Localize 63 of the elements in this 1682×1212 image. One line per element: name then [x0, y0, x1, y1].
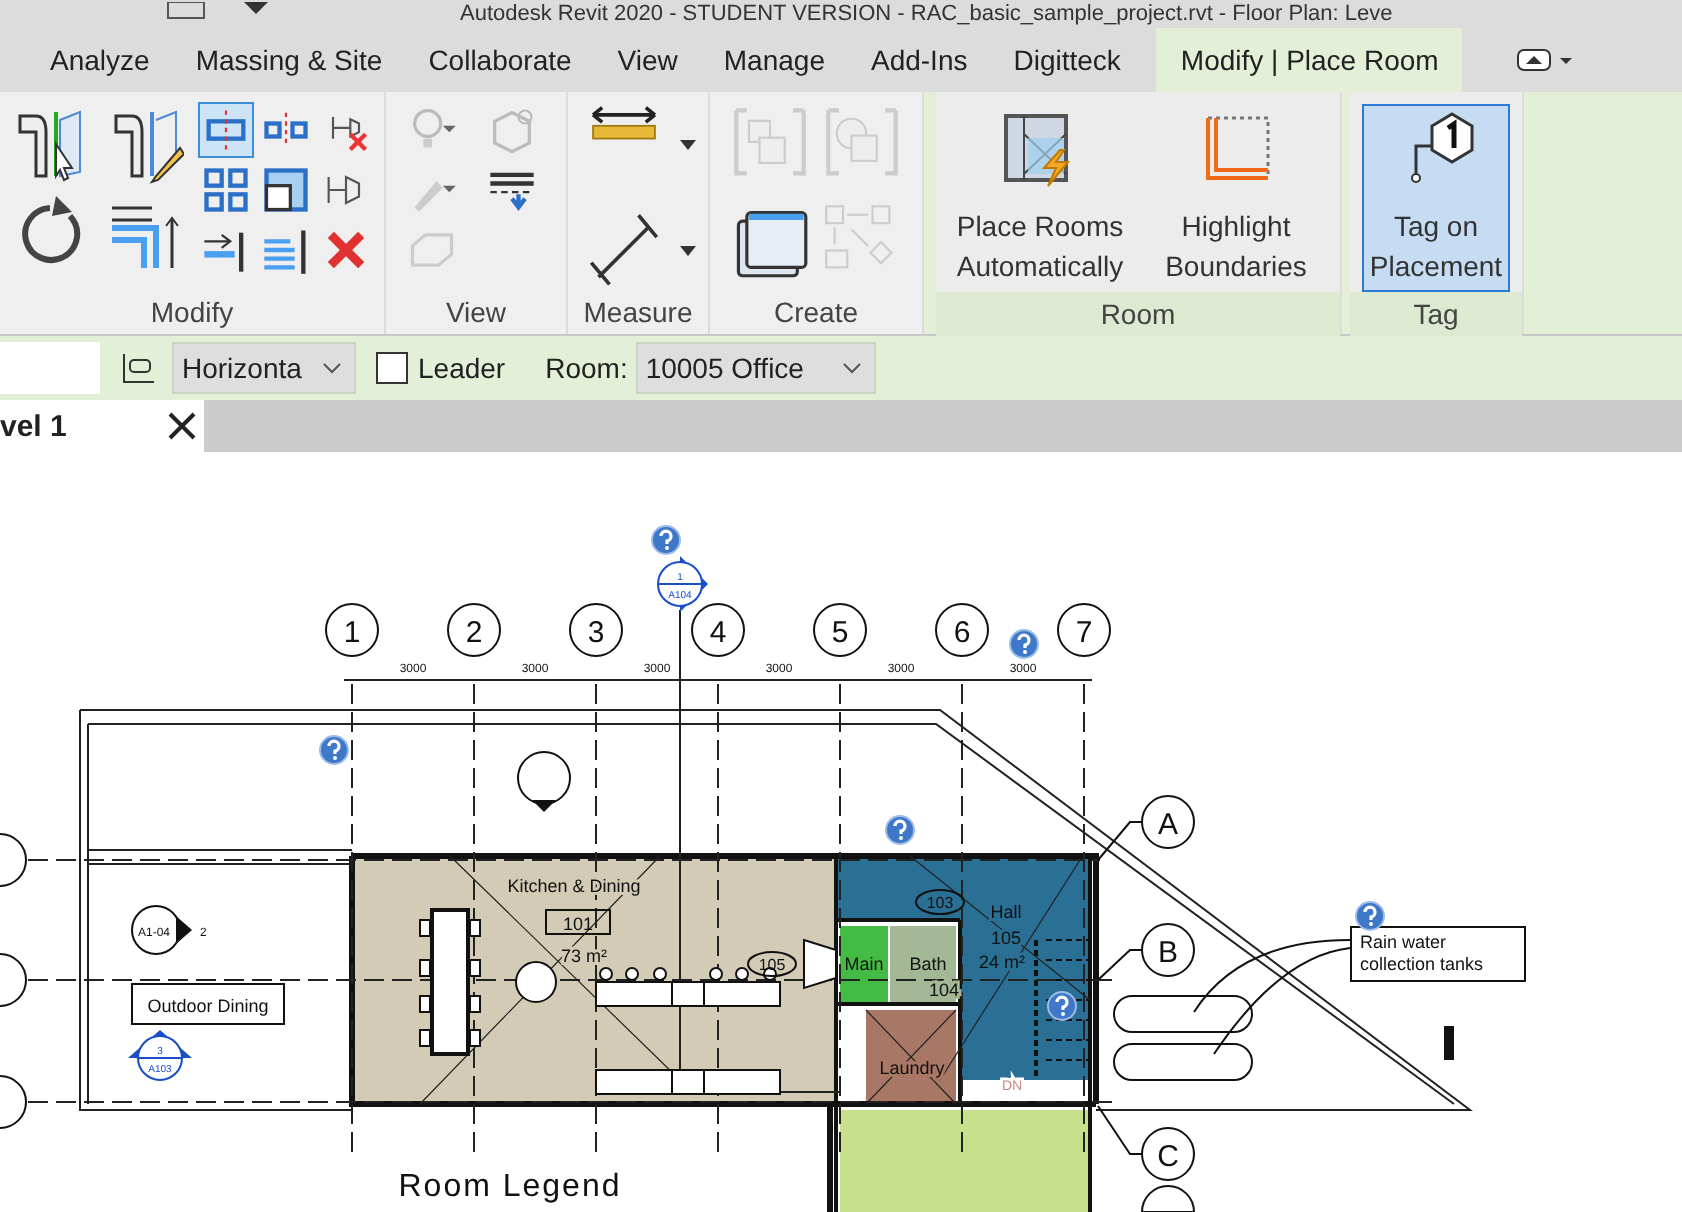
ribbon-tab[interactable]: Massing & Site	[173, 28, 405, 92]
room-name: Hall	[990, 902, 1022, 922]
ribbon-tab[interactable]: Analyze	[28, 28, 172, 92]
panel-title: Measure	[581, 294, 695, 332]
caret-icon	[322, 362, 342, 374]
room-area: 73 m²	[561, 946, 607, 966]
grid-bubble[interactable]: 3	[569, 603, 623, 657]
close-icon[interactable]	[168, 412, 196, 440]
ribbon-button[interactable]: Place Rooms Automatically	[948, 104, 1132, 292]
grid-bubble[interactable]: A	[1141, 795, 1195, 849]
light-fixture-drawing	[517, 751, 571, 812]
panel-title: View	[443, 294, 509, 332]
grid-bubble[interactable]: 6	[935, 603, 989, 657]
grid-bubble[interactable]: 4	[691, 603, 745, 657]
column-drawing	[515, 961, 557, 1003]
ribbon-tab[interactable]: Add-Ins	[848, 28, 990, 92]
legend-title: Room Legend	[398, 1170, 622, 1204]
ribbon-tab[interactable]: Digitteck	[991, 28, 1143, 92]
stair-drawing	[1034, 939, 1091, 1080]
grid-bubble[interactable]: 2	[447, 603, 501, 657]
ribbon-tab[interactable]: View	[595, 28, 700, 92]
orientation-icon	[120, 352, 156, 384]
window-title: Autodesk Revit 2020 - STUDENT VERSION - RAC_basic_sample_project.rvt - Floor Plan: Leve	[460, 2, 1393, 26]
room-fill[interactable]	[840, 926, 888, 1002]
room-name: Bath	[909, 954, 947, 974]
align-icon[interactable]	[200, 104, 252, 156]
room-label: Room:	[545, 352, 628, 384]
outdoor-dining-label: Outdoor Dining	[131, 983, 285, 1025]
caret-icon[interactable]	[680, 246, 696, 256]
wall-end-drawing	[1444, 1026, 1454, 1060]
grid-bubble[interactable]: C	[1141, 1127, 1195, 1181]
room-fill[interactable]	[890, 926, 956, 1002]
document-tab[interactable]: vel 1	[0, 400, 204, 452]
type-field[interactable]	[0, 342, 100, 394]
ribbon-button[interactable]: Highlight Boundaries	[1144, 104, 1328, 292]
note-label: Rain water collection tanks	[1350, 926, 1526, 982]
tank-drawing	[1113, 995, 1253, 1081]
door-tag: 103	[915, 889, 965, 915]
view-tab-title: vel 1	[0, 409, 67, 443]
grid-bubble[interactable]: 7	[1057, 603, 1111, 657]
ribbon-toggle-icon[interactable]	[1516, 46, 1577, 74]
panel-title: Modify	[148, 294, 236, 332]
ribbon-button[interactable]: Tag on Placement	[1362, 104, 1510, 292]
ribbon-tab[interactable]: Manage	[701, 28, 847, 92]
array-icon[interactable]	[200, 164, 252, 216]
room-number-tag: 101	[545, 909, 611, 935]
checkbox-label: Leader	[418, 352, 506, 384]
panel-title: Room	[936, 292, 1340, 336]
caret-icon	[841, 362, 862, 374]
room-fill[interactable]	[836, 856, 1090, 1080]
ribbon-tab[interactable]: Modify | Place Room	[1156, 28, 1463, 92]
ribbon-tab[interactable]: Collaborate	[406, 28, 594, 92]
panel-title: Tag	[1350, 292, 1522, 336]
room-name: Main	[844, 954, 884, 974]
room-dropdown[interactable]: 10005 Office	[635, 342, 876, 394]
orientation-dropdown[interactable]: Horizonta	[172, 342, 356, 394]
panel-title: Create	[771, 294, 861, 332]
grid-bubble[interactable]: 5	[813, 603, 867, 657]
scale-icon[interactable]	[260, 164, 312, 216]
leader-checkbox[interactable]	[376, 352, 408, 384]
grid-bubble[interactable]: 1	[325, 603, 379, 657]
grid-bubble[interactable]: B	[1141, 923, 1195, 977]
caret-icon[interactable]	[680, 140, 696, 150]
